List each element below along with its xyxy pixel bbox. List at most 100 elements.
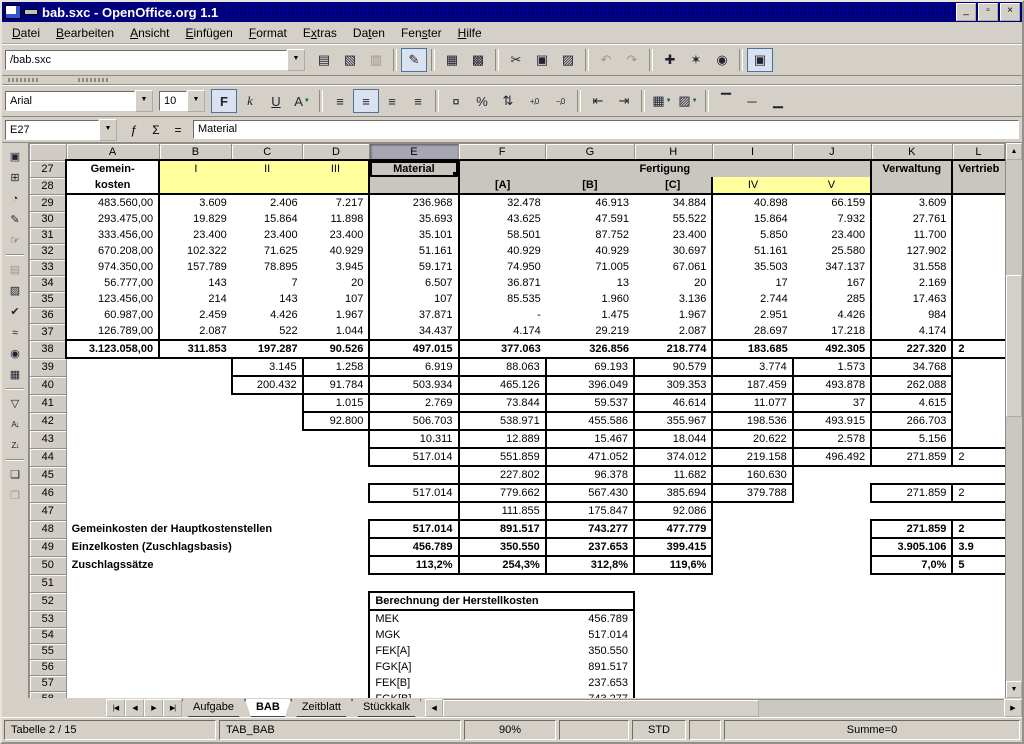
col-header-H[interactable]: H (634, 144, 712, 161)
cell-C40[interactable]: 200.432 (232, 376, 303, 394)
cell-C44[interactable] (232, 448, 303, 466)
cell-H32[interactable]: 30.697 (634, 243, 712, 259)
cell-B28[interactable] (159, 177, 232, 194)
cell-A30[interactable]: 293.475,00 (66, 211, 159, 227)
font-name-combo[interactable]: Arial ▼ (5, 90, 153, 112)
cell-H52[interactable] (634, 592, 712, 610)
app-icon[interactable] (5, 5, 21, 19)
insert-button[interactable]: ▣ (4, 146, 26, 167)
row-header-51[interactable]: 51 (30, 574, 67, 592)
cell-E46[interactable]: 517.014 (369, 484, 458, 502)
cell-F39[interactable]: 88.063 (459, 358, 546, 376)
cell-E41[interactable]: 2.769 (369, 394, 458, 412)
cell-A33[interactable]: 974.350,00 (66, 259, 159, 275)
cell-F43[interactable]: 12.889 (459, 430, 546, 448)
col-header-L[interactable]: L (952, 144, 1004, 161)
cell-A31[interactable]: 333.456,00 (66, 227, 159, 243)
cell-A46[interactable] (66, 484, 159, 502)
cell-L46[interactable]: 2 (952, 484, 1004, 502)
cell-E53[interactable]: MEK (369, 610, 545, 627)
cell-K53[interactable] (871, 610, 952, 627)
cell-J32[interactable]: 25.580 (793, 243, 871, 259)
menu-datei[interactable]: Datei (4, 25, 48, 41)
cell-J58[interactable] (793, 691, 871, 698)
cell-G39[interactable]: 69.193 (546, 358, 634, 376)
row-header-34[interactable]: 34 (30, 275, 67, 291)
cell-C57[interactable] (232, 675, 303, 691)
cell-K41[interactable]: 4.615 (871, 394, 952, 412)
cell-G55[interactable]: 350.550 (546, 643, 634, 659)
cell-K44[interactable]: 271.859 (871, 448, 952, 466)
open-button[interactable]: ▧ (337, 48, 363, 72)
cell-H48[interactable]: 477.779 (634, 520, 712, 538)
cell-G31[interactable]: 87.752 (546, 227, 634, 243)
cell-E49[interactable]: 456.789 (369, 538, 458, 556)
cell-I39[interactable]: 3.774 (712, 358, 792, 376)
cell-A29[interactable]: 483.560,00 (66, 194, 159, 211)
edit-file-button[interactable]: ✎ (401, 48, 427, 72)
cell-J46[interactable] (793, 484, 871, 502)
cell-B44[interactable] (159, 448, 232, 466)
cell-K31[interactable]: 11.700 (871, 227, 952, 243)
cell-C34[interactable]: 7 (232, 275, 303, 291)
cell-J30[interactable]: 7.932 (793, 211, 871, 227)
cell-D45[interactable] (303, 466, 370, 484)
cut-button[interactable]: ✂ (503, 48, 529, 72)
cell-I52[interactable] (712, 592, 792, 610)
cell-K28[interactable] (871, 177, 952, 194)
cell-F47[interactable]: 111.855 (459, 502, 546, 520)
cell-J41[interactable]: 37 (793, 394, 871, 412)
cell-L58[interactable] (952, 691, 1004, 698)
col-header-J[interactable]: J (793, 144, 871, 161)
col-header-G[interactable]: G (546, 144, 634, 161)
cell-F28[interactable]: [A] (459, 177, 546, 194)
cell-E35[interactable]: 107 (369, 291, 458, 307)
menu-format[interactable]: Format (241, 25, 295, 41)
cell-I36[interactable]: 2.951 (712, 307, 792, 323)
cell-A36[interactable]: 60.987,00 (66, 307, 159, 323)
cell-L54[interactable] (952, 627, 1004, 643)
cell-H37[interactable]: 2.087 (634, 323, 712, 340)
cell-I57[interactable] (712, 675, 792, 691)
cell-H36[interactable]: 1.967 (634, 307, 712, 323)
cell-L42[interactable] (952, 412, 1004, 430)
cell-G42[interactable]: 455.586 (546, 412, 634, 430)
cell-A42[interactable] (66, 412, 159, 430)
cell-B57[interactable] (159, 675, 232, 691)
copy-button[interactable]: ▣ (529, 48, 555, 72)
cell-H58[interactable] (634, 691, 712, 698)
col-header-D[interactable]: D (303, 144, 370, 161)
cell-K48[interactable]: 271.859 (871, 520, 952, 538)
cell-L30[interactable] (952, 211, 1004, 227)
cell-F37[interactable]: 4.174 (459, 323, 546, 340)
cell-F42[interactable]: 538.971 (459, 412, 546, 430)
page-style[interactable]: TAB_BAB (219, 720, 461, 740)
cell-G34[interactable]: 13 (546, 275, 634, 291)
cell-H50[interactable]: 119,6% (634, 556, 712, 574)
row-header-57[interactable]: 57 (30, 675, 67, 691)
cell-A27[interactable]: Gemein- (66, 160, 159, 177)
modified-flag[interactable] (689, 720, 721, 740)
row-header-41[interactable]: 41 (30, 394, 67, 412)
cell-B35[interactable]: 214 (159, 291, 232, 307)
row-header-47[interactable]: 47 (30, 502, 67, 520)
cell-J53[interactable] (793, 610, 871, 627)
cell-J29[interactable]: 66.159 (793, 194, 871, 211)
cell-L27[interactable]: Vertrieb (952, 160, 1004, 177)
cell-L40[interactable] (952, 376, 1004, 394)
cell-E45[interactable] (369, 466, 458, 484)
cell-L49[interactable]: 3.9 (952, 538, 1004, 556)
cell-D38[interactable]: 90.526 (303, 340, 370, 358)
cell-L39[interactable] (952, 358, 1004, 376)
row-header-29[interactable]: 29 (30, 194, 67, 211)
cell-I29[interactable]: 40.898 (712, 194, 792, 211)
row-header-43[interactable]: 43 (30, 430, 67, 448)
cell-C32[interactable]: 71.625 (232, 243, 303, 259)
menu-fenster[interactable]: Fenster (393, 25, 450, 41)
row-header-37[interactable]: 37 (30, 323, 67, 340)
cell-K57[interactable] (871, 675, 952, 691)
row-header-31[interactable]: 31 (30, 227, 67, 243)
row-header-38[interactable]: 38 (30, 340, 67, 358)
row-header-27[interactable]: 27 (30, 160, 67, 177)
cell-B58[interactable] (159, 691, 232, 698)
